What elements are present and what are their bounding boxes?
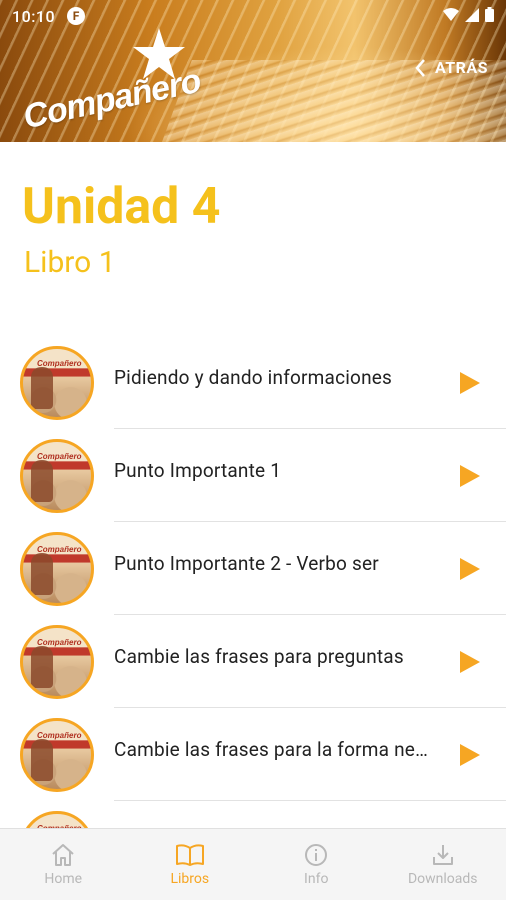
chevron-left-icon xyxy=(415,58,425,77)
lesson-thumbnail xyxy=(20,625,94,699)
lesson-item[interactable]: Cambie las frases para la forma negativa xyxy=(0,708,506,801)
status-time: 10:10 xyxy=(12,6,56,26)
play-icon[interactable] xyxy=(460,465,480,487)
lesson-thumbnail xyxy=(20,439,94,513)
lesson-item[interactable]: Cambie las frases para preguntas xyxy=(0,615,506,708)
bottom-nav: Home Libros Info Downloads xyxy=(0,828,506,900)
lesson-title: Punto Importante 2 - Verbo ser xyxy=(114,552,379,575)
lesson-title: Cambie las frases para la forma negativa xyxy=(114,738,436,761)
play-icon[interactable] xyxy=(460,558,480,580)
lesson-title: Cambie las frases para preguntas xyxy=(114,645,404,668)
nav-libros[interactable]: Libros xyxy=(127,829,254,900)
nav-downloads-label: Downloads xyxy=(407,870,478,887)
nav-libros-label: Libros xyxy=(170,870,210,887)
back-label: ATRÁS xyxy=(434,58,488,77)
home-icon xyxy=(50,843,76,867)
wifi-icon xyxy=(443,7,459,26)
play-icon[interactable] xyxy=(460,651,480,673)
download-icon xyxy=(431,843,455,867)
logo-text: Compañero xyxy=(19,61,204,137)
book-icon xyxy=(175,843,205,867)
lesson-list: Pidiendo y dando informaciones Punto Imp… xyxy=(0,336,506,841)
info-icon xyxy=(304,843,328,867)
battery-icon xyxy=(485,6,494,26)
back-button[interactable]: ATRÁS xyxy=(415,58,488,77)
companero-logo: Compañero xyxy=(20,28,204,136)
signal-icon xyxy=(465,7,479,26)
lesson-item[interactable]: Punto Importante 2 - Verbo ser xyxy=(0,522,506,615)
lesson-thumbnail xyxy=(20,346,94,420)
page-subtitle: Libro 1 xyxy=(24,245,116,280)
lesson-thumbnail xyxy=(20,532,94,606)
page-title: Unidad 4 xyxy=(22,178,221,236)
lesson-thumbnail xyxy=(20,718,94,792)
nav-info[interactable]: Info xyxy=(253,829,380,900)
nav-home[interactable]: Home xyxy=(0,829,127,900)
status-icons xyxy=(443,6,494,26)
play-icon[interactable] xyxy=(460,744,480,766)
lesson-title: Pidiendo y dando informaciones xyxy=(114,366,393,389)
nav-info-label: Info xyxy=(304,870,329,887)
lesson-item[interactable]: Punto Importante 1 xyxy=(0,429,506,522)
lesson-item[interactable]: Pidiendo y dando informaciones xyxy=(0,336,506,429)
app-notification-icon: F xyxy=(67,7,86,25)
nav-downloads[interactable]: Downloads xyxy=(380,829,506,900)
app-header: 10:10 F Compañero ATRÁS xyxy=(0,0,506,142)
lesson-title: Punto Importante 1 xyxy=(114,459,282,482)
play-icon[interactable] xyxy=(460,372,480,394)
nav-home-label: Home xyxy=(44,870,83,887)
